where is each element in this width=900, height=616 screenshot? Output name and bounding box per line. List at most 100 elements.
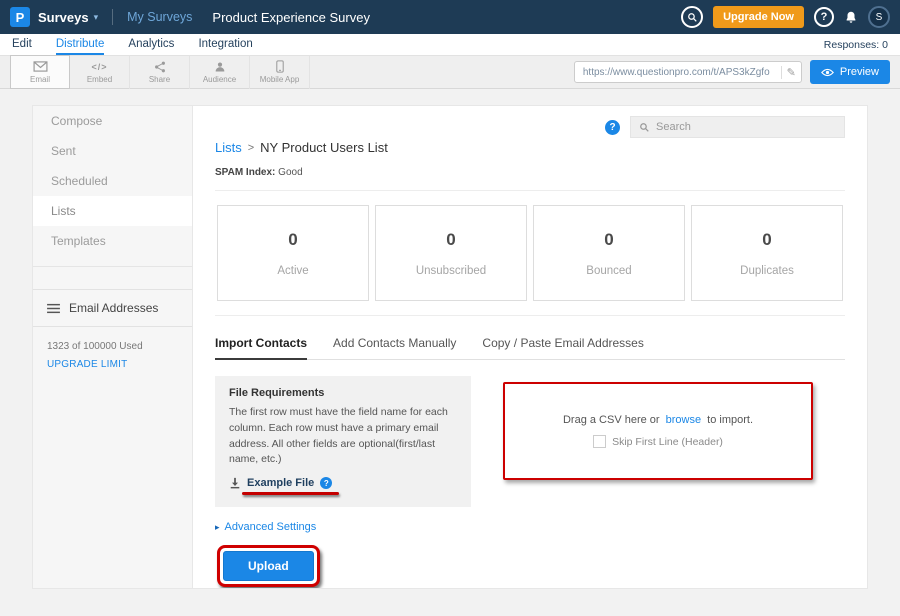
stat-value: 0 xyxy=(762,230,771,250)
stat-card-duplicates: 0 Duplicates xyxy=(691,205,843,301)
search-box[interactable] xyxy=(630,116,845,138)
survey-url-box: ✎ xyxy=(574,61,802,83)
divider xyxy=(112,9,113,25)
channel-label: Share xyxy=(149,75,170,84)
survey-nav: Edit Distribute Analytics Integration Re… xyxy=(0,34,900,55)
channel-label: Email xyxy=(30,75,50,84)
advanced-settings-label: Advanced Settings xyxy=(225,521,317,533)
embed-icon: </> xyxy=(91,60,107,73)
dropzone-text-after: to import. xyxy=(707,414,753,426)
distribute-toolbar: Email </> Embed Share Audience Mobile Ap… xyxy=(0,55,900,89)
channel-label: Audience xyxy=(203,75,236,84)
file-requirements-body: The first row must have the field name f… xyxy=(229,405,457,468)
sidebar-item-sent[interactable]: Sent xyxy=(33,136,192,166)
chevron-down-icon: ▾ xyxy=(94,12,99,23)
edit-url-pencil-icon[interactable]: ✎ xyxy=(781,66,796,79)
skip-first-line-label: Skip First Line (Header) xyxy=(612,436,723,448)
file-requirements-title: File Requirements xyxy=(229,387,457,399)
import-contacts-panel: File Requirements The first row must hav… xyxy=(215,376,845,507)
download-icon xyxy=(229,477,241,489)
responses-count: Responses: 0 xyxy=(824,34,888,55)
sidebar-item-scheduled[interactable]: Scheduled xyxy=(33,166,192,196)
sidebar-item-compose[interactable]: Compose xyxy=(33,106,192,136)
search-icon xyxy=(639,122,650,133)
eye-icon xyxy=(821,68,834,77)
my-surveys-link[interactable]: My Surveys xyxy=(127,10,192,24)
stat-label: Unsubscribed xyxy=(416,265,486,277)
audience-icon xyxy=(214,60,226,73)
email-sidebar: Compose Sent Scheduled Lists Templates E… xyxy=(33,106,193,588)
search-input[interactable] xyxy=(656,121,836,133)
spam-index-label: SPAM Index: xyxy=(215,167,275,178)
upgrade-limit-link[interactable]: UPGRADE LIMIT xyxy=(33,352,192,370)
stat-card-unsubscribed: 0 Unsubscribed xyxy=(375,205,527,301)
top-bar: P Surveys ▾ My Surveys Product Experienc… xyxy=(0,0,900,34)
tab-analytics[interactable]: Analytics xyxy=(128,34,174,55)
topbar-actions: Upgrade Now ? S xyxy=(681,6,890,28)
preview-label: Preview xyxy=(840,66,879,78)
divider xyxy=(33,266,192,267)
mobile-app-icon xyxy=(276,60,284,73)
surveys-menu[interactable]: Surveys ▾ xyxy=(38,10,98,25)
email-addresses-section[interactable]: Email Addresses xyxy=(33,289,192,327)
channel-audience[interactable]: Audience xyxy=(190,55,250,89)
channel-label: Mobile App xyxy=(260,75,300,84)
example-file-link[interactable]: Example File ? xyxy=(229,477,457,489)
advanced-settings-toggle[interactable]: ▸ Advanced Settings xyxy=(215,521,845,533)
list-icon xyxy=(47,303,60,314)
main-header-actions: ? xyxy=(605,116,845,138)
stat-value: 0 xyxy=(288,230,297,250)
survey-title: Product Experience Survey xyxy=(212,10,370,25)
example-file-help-icon[interactable]: ? xyxy=(320,477,332,489)
file-requirements-box: File Requirements The first row must hav… xyxy=(215,376,471,507)
channel-embed[interactable]: </> Embed xyxy=(70,55,130,89)
breadcrumb-lists-link[interactable]: Lists xyxy=(215,140,242,155)
breadcrumb: Lists > NY Product Users List xyxy=(215,140,845,155)
tab-distribute[interactable]: Distribute xyxy=(56,34,105,55)
upgrade-now-button[interactable]: Upgrade Now xyxy=(713,6,804,28)
search-icon[interactable] xyxy=(681,6,703,28)
preview-button[interactable]: Preview xyxy=(810,60,890,84)
spam-index: SPAM Index: Good xyxy=(215,167,845,178)
content-area: Compose Sent Scheduled Lists Templates E… xyxy=(0,89,900,616)
tab-copy-paste-email-addresses[interactable]: Copy / Paste Email Addresses xyxy=(482,336,643,360)
upload-button[interactable]: Upload xyxy=(223,551,314,581)
tab-add-contacts-manually[interactable]: Add Contacts Manually xyxy=(333,336,456,360)
annotation-box-red: Upload xyxy=(217,545,320,587)
sidebar-item-templates[interactable]: Templates xyxy=(33,226,192,256)
breadcrumb-current: NY Product Users List xyxy=(260,140,388,155)
browse-link[interactable]: browse xyxy=(666,414,701,426)
stat-card-bounced: 0 Bounced xyxy=(533,205,685,301)
stat-value: 0 xyxy=(604,230,613,250)
email-addresses-label: Email Addresses xyxy=(69,301,158,315)
stat-card-active: 0 Active xyxy=(217,205,369,301)
tab-import-contacts[interactable]: Import Contacts xyxy=(215,336,307,360)
email-icon xyxy=(33,60,48,73)
channel-label: Embed xyxy=(87,75,112,84)
stat-label: Duplicates xyxy=(740,265,794,277)
channel-email[interactable]: Email xyxy=(10,55,70,89)
surveys-menu-label: Surveys xyxy=(38,10,89,25)
tab-edit[interactable]: Edit xyxy=(12,34,32,55)
sidebar-item-lists[interactable]: Lists xyxy=(33,196,192,226)
tab-integration[interactable]: Integration xyxy=(198,34,252,55)
stat-label: Bounced xyxy=(586,265,631,277)
channel-mobile-app[interactable]: Mobile App xyxy=(250,55,310,89)
avatar[interactable]: S xyxy=(868,6,890,28)
help-icon[interactable]: ? xyxy=(605,120,620,135)
caret-icon: ▸ xyxy=(215,522,220,533)
example-file-label: Example File xyxy=(247,477,314,489)
csv-dropzone[interactable]: Drag a CSV here or browse to import. Ski… xyxy=(503,382,813,480)
skip-first-line-row: Skip First Line (Header) xyxy=(593,435,723,448)
channel-share[interactable]: Share xyxy=(130,55,190,89)
help-icon[interactable]: ? xyxy=(814,7,834,27)
dropzone-text: Drag a CSV here or browse to import. xyxy=(563,414,753,426)
survey-url-input[interactable] xyxy=(583,67,781,78)
usage-count: 1323 of 100000 Used xyxy=(33,327,192,352)
questionpro-logo[interactable]: P xyxy=(10,7,30,27)
spam-index-value: Good xyxy=(278,167,302,178)
notifications-bell-icon[interactable] xyxy=(844,10,858,24)
skip-first-line-checkbox[interactable] xyxy=(593,435,606,448)
contacts-tabs: Import Contacts Add Contacts Manually Co… xyxy=(215,336,845,360)
dropzone-text-before: Drag a CSV here or xyxy=(563,414,660,426)
